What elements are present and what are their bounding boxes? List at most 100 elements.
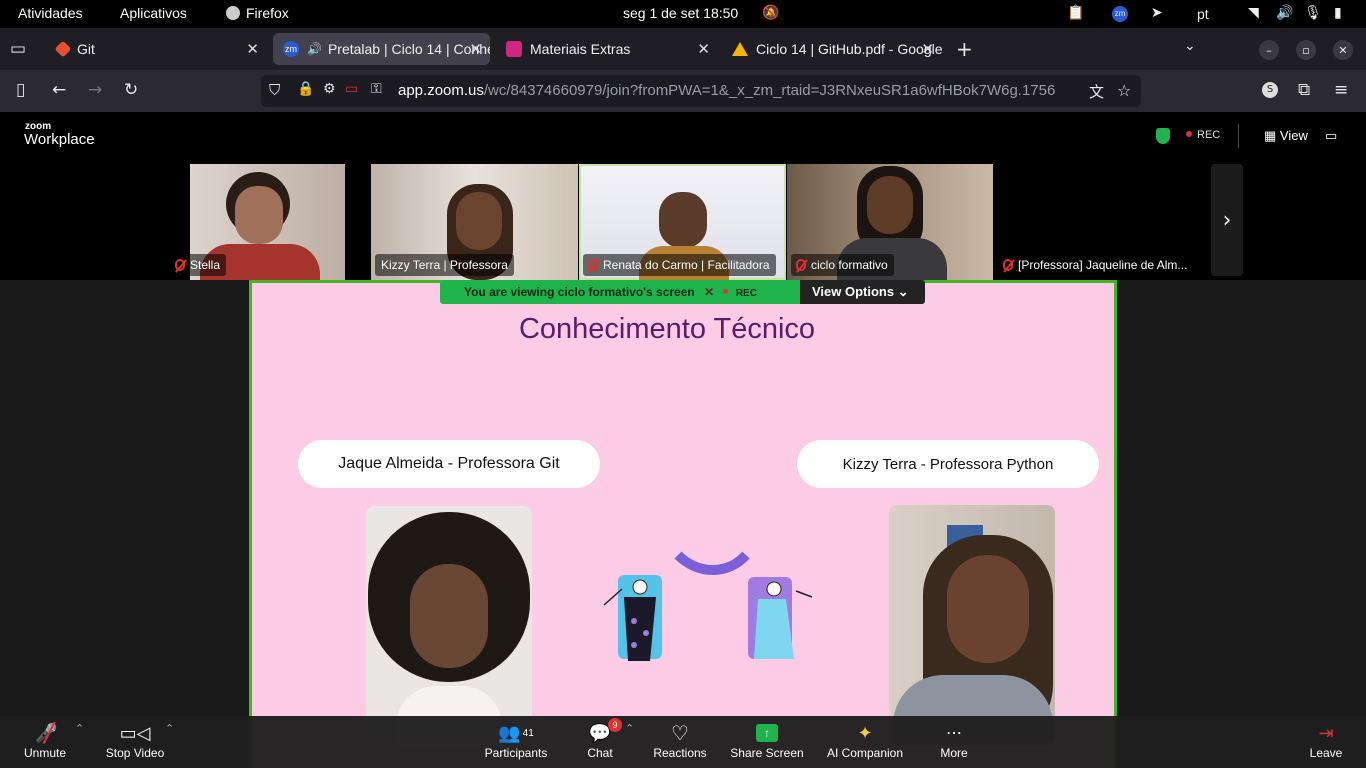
mic-muted-icon [588, 259, 598, 271]
bookmark-star-icon[interactable]: ☆ [1117, 81, 1131, 100]
close-tab-icon[interactable]: ✕ [921, 40, 934, 58]
clipboard-icon[interactable]: 📋 [1067, 4, 1084, 21]
next-page-chevron-icon[interactable]: › [1211, 164, 1243, 276]
language-indicator[interactable]: pt [1197, 6, 1209, 22]
extensions-icon[interactable]: ⧉ [1298, 80, 1310, 100]
leave-button[interactable]: ⇥ Leave [1306, 720, 1346, 761]
url-bar[interactable]: ⛉ 🔒 ⚙ ▭ ⚿ app.zoom.us/wc/84374660979/joi… [261, 75, 1141, 107]
mic-muted-icon: 🎤 ╱ [35, 722, 58, 743]
participant-strip: Stella Kizzy Terra | Professora Renata d… [0, 162, 1366, 280]
tab-materiais-extras[interactable]: Materiais Extras ✕ [496, 33, 718, 65]
applications-menu[interactable]: Aplicativos [120, 5, 187, 21]
drive-icon [732, 42, 748, 56]
list-tabs-icon[interactable]: ⌄ [1184, 38, 1196, 54]
chat-button[interactable]: 💬 9 Chat [584, 718, 622, 760]
clock[interactable]: seg 1 de set 18:50 [623, 5, 738, 21]
tab-overview-icon[interactable]: ▭ [10, 39, 26, 59]
popout-icon[interactable]: ▭ [1325, 128, 1337, 144]
participants-button[interactable]: 👥 41 Participants [480, 720, 552, 761]
video-camera-icon: ▭◁ [119, 722, 151, 743]
close-tab-icon[interactable]: ✕ [469, 40, 482, 58]
view-options-button[interactable]: View Options ⌄ [800, 280, 925, 304]
unmute-button[interactable]: 🎤 ╱ Unmute [22, 720, 68, 761]
slide-title: Conhecimento Técnico [518, 313, 816, 345]
microphone-icon[interactable]: 🎙 [1304, 4, 1322, 21]
grid-icon: ▦ [1264, 128, 1280, 143]
tab-title: Pretalab | Ciclo 14 | Conhecimento Técni… [327, 41, 490, 57]
speaker-icon[interactable]: 🔊 [307, 42, 322, 56]
leave-icon: ⇥ [1318, 722, 1334, 743]
participants-icon: 👥 41 [498, 722, 534, 743]
menu-icon[interactable]: ≡ [1334, 80, 1348, 100]
zoom-header: zoom Workplace REC ▦ View ▭ [0, 112, 1366, 162]
tab-github-pdf[interactable]: Ciclo 14 | GitHub.pdf - Google Drive ✕ [722, 33, 942, 65]
stop-video-button[interactable]: ▭◁ Stop Video [100, 720, 170, 761]
collaboration-illustration [603, 551, 813, 661]
ai-companion-button[interactable]: ✦ AI Companion [824, 720, 906, 761]
security-shield-icon[interactable] [1156, 128, 1170, 144]
close-window-icon[interactable]: ✕ [1333, 40, 1353, 60]
close-tab-icon[interactable]: ✕ [697, 40, 710, 58]
minimize-icon[interactable]: – [1259, 40, 1279, 60]
reload-icon[interactable]: ↻ [124, 80, 138, 100]
battery-icon[interactable]: ▮ [1334, 4, 1342, 21]
lock-icon[interactable]: 🔒 [297, 81, 314, 97]
participant-name: ciclo formativo [791, 254, 894, 276]
chat-options-chevron-icon[interactable]: ⌃ [625, 722, 634, 735]
audio-options-chevron-icon[interactable]: ⌃ [75, 722, 84, 735]
tab-pretalab-zoom[interactable]: zm 🔊 Pretalab | Ciclo 14 | Conhecimento … [273, 33, 490, 65]
zoom-icon: zm [283, 41, 299, 57]
more-button[interactable]: ⋯ More [936, 720, 972, 760]
participant-name: Kizzy Terra | Professora [375, 254, 514, 276]
translate-icon[interactable]: 文 [1089, 81, 1104, 102]
permissions-icon[interactable]: ⚙ [323, 81, 336, 97]
maximize-icon[interactable]: ▫ [1296, 40, 1316, 60]
app-menu[interactable]: Firefox [226, 5, 289, 21]
telegram-icon[interactable]: ➤ [1151, 4, 1163, 21]
forward-icon[interactable]: → [88, 80, 102, 100]
url-text[interactable]: app.zoom.us/wc/84374660979/join?fromPWA=… [398, 82, 1088, 99]
mic-muted-icon [796, 259, 806, 271]
git-icon [54, 40, 72, 58]
new-tab-icon[interactable]: + [956, 37, 973, 61]
zoom-tray-icon[interactable]: zm [1112, 6, 1128, 22]
account-icon[interactable]: S [1262, 82, 1278, 98]
volume-icon[interactable]: 🔊 [1276, 4, 1293, 21]
camera-sharing-icon[interactable]: ▭ [345, 81, 358, 97]
left-name-pill: Jaque Almeida - Professora Git [298, 440, 600, 488]
chat-icon: 💬 9 [584, 718, 622, 746]
recording-indicator[interactable]: REC [1186, 129, 1220, 141]
tab-git[interactable]: Git ✕ [47, 33, 267, 65]
heart-icon: ♡ [671, 722, 689, 745]
sidebar-icon[interactable]: ▯ [16, 80, 25, 100]
back-icon[interactable]: ← [52, 80, 66, 100]
face [410, 564, 488, 668]
system-topbar: Atividades Aplicativos Firefox seg 1 de … [0, 0, 1366, 28]
firefox-icon [226, 6, 240, 20]
activities-button[interactable]: Atividades [18, 5, 83, 21]
participant-tile[interactable]: ciclo formativo [787, 164, 993, 280]
participant-tile-active-speaker[interactable]: Renata do Carmo | Facilitadora [579, 164, 786, 280]
chevron-down-icon: ⌄ [894, 284, 909, 299]
meeting-stage: Conhecimento Técnico Jaque Almeida - Pro… [0, 280, 1366, 768]
wifi-icon[interactable]: ◥ [1248, 4, 1259, 21]
mic-muted-icon [1003, 259, 1013, 271]
share-screen-button[interactable]: ↑ Share Screen [728, 720, 806, 760]
close-tab-icon[interactable]: ✕ [246, 40, 259, 58]
key-icon[interactable]: ⚿ [371, 81, 382, 97]
app-name: Firefox [246, 5, 289, 21]
face [867, 176, 913, 234]
reactions-button[interactable]: ♡ Reactions [650, 720, 710, 761]
sparkle-icon: ✦ [857, 722, 873, 743]
participant-name: Renata do Carmo | Facilitadora [583, 254, 776, 276]
face [659, 192, 707, 248]
share-screen-icon: ↑ [756, 724, 778, 742]
participant-tile[interactable]: Kizzy Terra | Professora [371, 164, 578, 280]
video-options-chevron-icon[interactable]: ⌃ [165, 722, 174, 735]
chat-badge: 9 [608, 718, 622, 732]
participant-tile[interactable]: [Professora] Jaqueline de Alm... [994, 164, 1200, 280]
classroom-icon [506, 41, 522, 57]
tab-title: Ciclo 14 | GitHub.pdf - Google Drive [756, 41, 942, 57]
tracking-protection-icon[interactable]: ⛉ [269, 81, 280, 99]
view-button[interactable]: ▦ View [1264, 128, 1308, 144]
